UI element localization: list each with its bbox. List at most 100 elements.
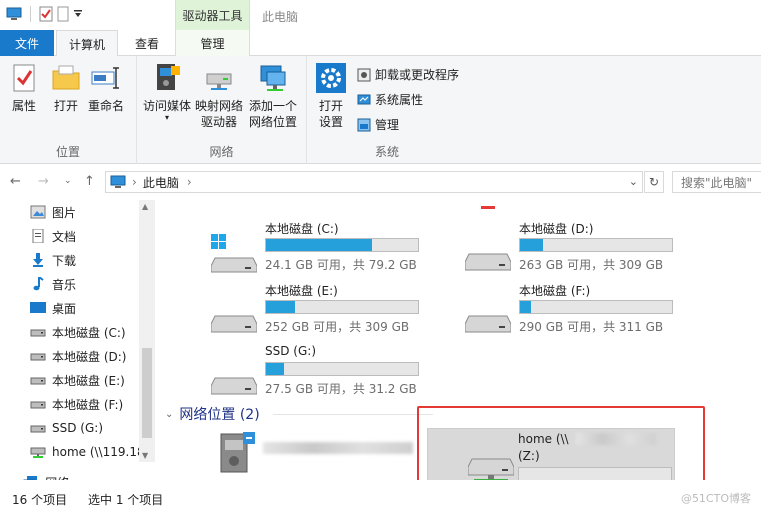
selected-count: 选中 1 个项目	[88, 493, 164, 507]
open-button[interactable]: 打开	[50, 62, 82, 114]
drive-icon	[30, 353, 46, 361]
blank-page-icon[interactable]	[57, 6, 69, 22]
manage-button[interactable]: 管理	[357, 116, 399, 133]
computer-icon[interactable]	[6, 7, 22, 21]
drive-usage-bar	[519, 300, 673, 314]
drive-tile-f[interactable]: 本地磁盘 (F:) 290 GB 可用，共 311 GB	[465, 282, 705, 340]
sidebar-item-drive-g[interactable]: SSD (G:)	[30, 418, 103, 438]
rename-button[interactable]: 重命名	[88, 62, 124, 114]
sidebar-item-documents[interactable]: 文档	[30, 226, 76, 246]
network-drive-icon	[206, 73, 232, 90]
system-properties-label: 系统属性	[375, 93, 424, 107]
redacted-text	[263, 442, 413, 454]
sidebar-item-drive-f[interactable]: 本地磁盘 (F:)	[30, 394, 123, 414]
sidebar-item-drive-e[interactable]: 本地磁盘 (E:)	[30, 370, 125, 390]
search-input[interactable]: 搜索"此电脑"	[672, 171, 761, 193]
drive-usage-fill	[266, 363, 285, 375]
drive-free-space: 290 GB 可用，共 311 GB	[519, 320, 664, 334]
drive-tile-e[interactable]: 本地磁盘 (E:) 252 GB 可用，共 309 GB	[211, 282, 451, 340]
drive-usage-bar	[265, 300, 419, 314]
map-network-drive-label: 映射网络 驱动器	[195, 99, 244, 129]
watermark: @51CTO博客	[680, 492, 751, 505]
sidebar-item-drive-d[interactable]: 本地磁盘 (D:)	[30, 346, 126, 366]
breadcrumb-separator-icon[interactable]: ›	[132, 175, 137, 189]
drive-free-space: 27.5 GB 可用，共 31.2 GB	[265, 382, 417, 396]
breadcrumb-this-pc[interactable]: 此电脑	[143, 174, 179, 191]
open-folder-icon	[52, 65, 80, 90]
item-count: 16 个项目	[12, 493, 68, 507]
drive-tile-g[interactable]: SSD (G:) 27.5 GB 可用，共 31.2 GB	[211, 344, 451, 402]
sidebar-item-network[interactable]: › 网络	[14, 472, 69, 480]
scrollbar-thumb[interactable]	[142, 348, 152, 438]
drive-free-space: 24.1 GB 可用，共 79.2 GB	[265, 258, 417, 272]
navigation-scrollbar[interactable]: ▲ ▼	[139, 200, 155, 462]
forward-arrow-icon[interactable]: →	[38, 174, 49, 189]
tab-computer[interactable]: 计算机	[56, 30, 118, 57]
drive-name: SSD (G:)	[265, 344, 316, 358]
breadcrumb-chevron-icon[interactable]: ›	[187, 175, 192, 189]
sidebar-item-drive-c[interactable]: 本地磁盘 (C:)	[30, 322, 126, 342]
manage-label: 管理	[375, 118, 400, 132]
up-arrow-icon[interactable]: ↑	[84, 174, 95, 189]
music-icon	[33, 277, 44, 291]
address-bar[interactable]: › 此电脑 › ⌄	[105, 171, 643, 193]
network-location-tile-1[interactable]	[215, 430, 261, 476]
properties-icon	[13, 64, 35, 92]
ribbon-group-system-label: 系统	[374, 145, 399, 159]
sidebar-item-label: home (\\119.18	[52, 445, 145, 459]
expand-chevron-icon[interactable]: ›	[14, 478, 17, 481]
scroll-up-icon[interactable]: ▲	[142, 202, 148, 211]
customize-dropdown-icon[interactable]	[73, 9, 83, 19]
sidebar-item-downloads[interactable]: 下载	[30, 250, 76, 270]
open-settings-button[interactable]: 打开 设置	[315, 62, 347, 130]
properties-check-icon[interactable]	[39, 6, 53, 22]
sidebar-item-desktop[interactable]: 桌面	[30, 298, 76, 318]
drive-tools-context-title: 驱动器工具	[175, 0, 250, 30]
properties-button[interactable]: 属性	[8, 62, 40, 114]
drive-icon	[30, 377, 46, 385]
drive-icon	[211, 377, 257, 395]
drive-tile-d[interactable]: 本地磁盘 (D:) 263 GB 可用，共 309 GB	[465, 220, 705, 278]
manage-icon	[357, 118, 371, 131]
ribbon-group-network-label: 网络	[209, 145, 234, 159]
address-dropdown-icon[interactable]: ⌄	[629, 175, 638, 188]
content-pane: 本地磁盘 (C:) 24.1 GB 可用，共 79.2 GB 本地磁盘 (D:)…	[155, 198, 761, 480]
sidebar-item-music[interactable]: 音乐	[30, 274, 76, 294]
drive-usage-fill	[266, 301, 295, 313]
recent-locations-chevron-icon[interactable]: ⌄	[64, 176, 72, 186]
pictures-icon	[30, 205, 46, 219]
add-network-location-button[interactable]: 添加一个 网络位置	[249, 62, 297, 130]
uninstall-icon	[357, 68, 371, 81]
back-arrow-icon[interactable]: ←	[10, 174, 21, 189]
access-media-button[interactable]: 访问媒体 ▾	[143, 62, 191, 122]
ribbon: 属性 打开 重命名 位置 访问媒体 ▾ 映射网络 驱动器 添加一个 网络位置 网…	[0, 56, 761, 164]
scroll-down-icon[interactable]: ▼	[142, 451, 148, 460]
navigation-bar: ← → ⌄ ↑ › 此电脑 › ⌄ ↻ 搜索"此电脑"	[0, 166, 761, 198]
properties-label: 属性	[11, 99, 36, 113]
computer-icon	[110, 175, 126, 188]
ribbon-group-location: 属性 打开 重命名 位置	[0, 56, 137, 164]
drive-free-space: 263 GB 可用，共 309 GB	[519, 258, 664, 272]
tab-manage[interactable]: 管理	[175, 30, 250, 56]
refresh-button[interactable]: ↻	[644, 171, 664, 193]
drive-usage-fill	[520, 239, 543, 251]
drive-tile-c[interactable]: 本地磁盘 (C:) 24.1 GB 可用，共 79.2 GB	[211, 220, 451, 278]
rename-icon	[91, 67, 119, 89]
sidebar-item-pictures[interactable]: 图片	[30, 202, 76, 222]
network-locations-group-header[interactable]: ⌄ 网络位置 (2)	[165, 404, 260, 424]
status-bar: 16 个项目 选中 1 个项目 @51CTO博客	[0, 486, 761, 512]
network-location-icon	[260, 65, 286, 91]
tab-view[interactable]: 查看	[122, 30, 172, 56]
drive-icon	[30, 329, 46, 337]
ribbon-tabs: 文件 计算机 查看 管理	[0, 30, 761, 57]
sidebar-item-label: 文档	[52, 229, 77, 244]
map-network-drive-button[interactable]: 映射网络 驱动器	[195, 62, 243, 130]
sidebar-item-network-drive-home[interactable]: home (\\119.18	[30, 442, 145, 462]
drive-usage-fill	[266, 239, 373, 251]
tab-file[interactable]: 文件	[0, 30, 54, 56]
collapse-chevron-icon[interactable]: ⌄	[165, 409, 173, 420]
uninstall-program-button[interactable]: 卸载或更改程序	[357, 66, 459, 83]
sidebar-item-label: 桌面	[52, 301, 77, 316]
system-properties-button[interactable]: 系统属性	[357, 91, 423, 108]
partial-icon-top	[481, 206, 495, 209]
